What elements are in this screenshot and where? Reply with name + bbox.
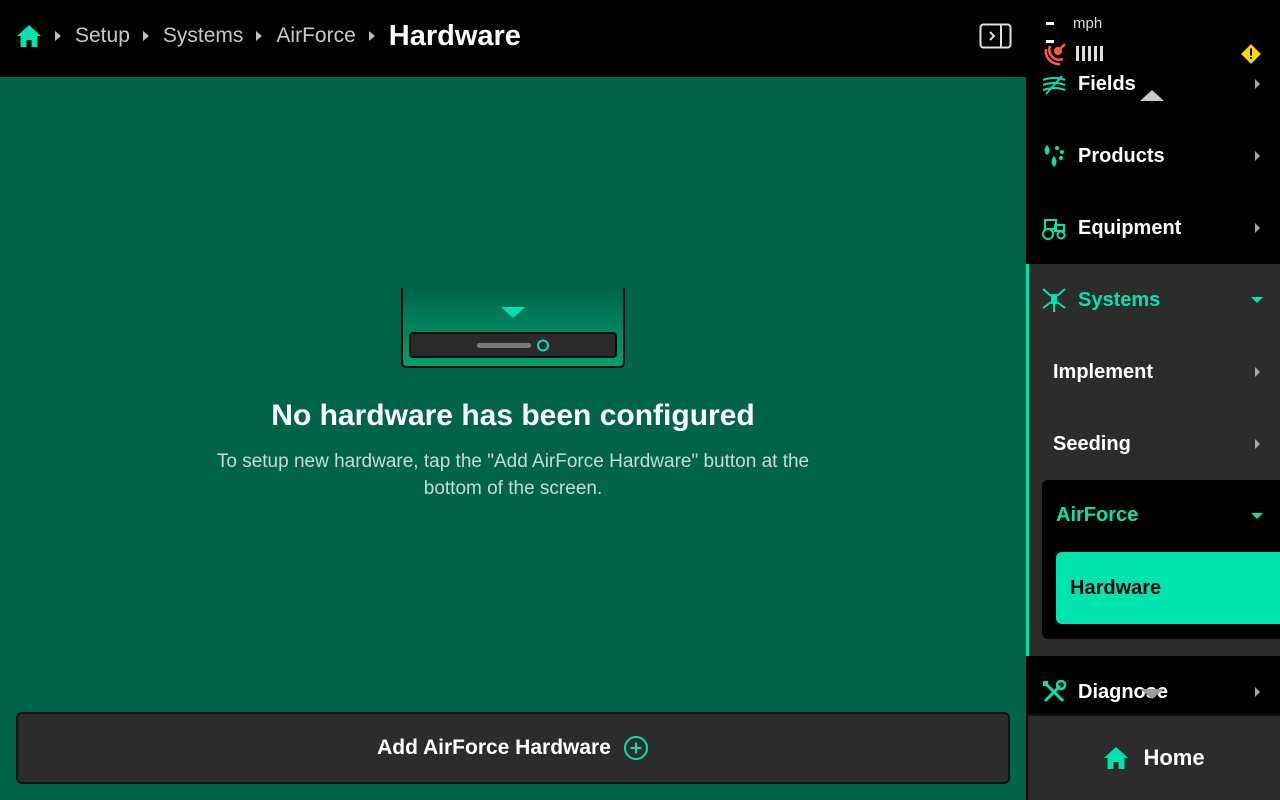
sidebar-item-implement[interactable]: Implement	[1026, 336, 1280, 408]
empty-state-title: No hardware has been configured	[271, 399, 755, 432]
chevron-down-icon	[1251, 513, 1263, 519]
sidebar-item-hardware[interactable]: Hardware	[1056, 552, 1280, 624]
chevron-down-icon	[1251, 297, 1263, 303]
sidebar-item-label: Implement	[1053, 360, 1154, 383]
add-airforce-hardware-button[interactable]: Add AirForce Hardware	[16, 712, 1010, 784]
page-title: Hardware	[388, 19, 521, 52]
tractor-icon	[1040, 214, 1068, 242]
chevron-right-icon	[1255, 79, 1260, 89]
chevron-right-icon	[1255, 367, 1260, 377]
plus-circle-icon	[623, 736, 648, 760]
fields-icon	[1040, 70, 1068, 98]
home-icon[interactable]	[16, 23, 42, 49]
home-icon	[1104, 747, 1129, 769]
panel-toggle-icon[interactable]	[979, 23, 1012, 49]
add-button-label: Add AirForce Hardware	[377, 736, 611, 759]
sidebar: mph Fields Products Equipment Systems Im…	[1026, 0, 1280, 800]
breadcrumb-systems[interactable]: Systems	[163, 24, 244, 48]
sidebar-item-label: Equipment	[1078, 216, 1182, 239]
breadcrumb-separator-icon	[142, 31, 149, 41]
sidebar-item-products[interactable]: Products	[1026, 120, 1280, 192]
scroll-down-arrow-icon[interactable]	[1140, 689, 1164, 699]
speed-value	[1046, 22, 1066, 43]
sidebar-item-label: Fields	[1078, 72, 1136, 95]
sidebar-item-label: Systems	[1078, 288, 1161, 311]
breadcrumb-separator-icon	[256, 31, 263, 41]
breadcrumb-separator-icon	[55, 31, 61, 41]
sidebar-item-seeding[interactable]: Seeding	[1026, 408, 1280, 480]
chevron-right-icon	[1255, 687, 1260, 697]
chevron-right-icon	[1255, 151, 1260, 161]
chevron-right-icon	[1255, 439, 1260, 449]
tools-icon	[1040, 678, 1068, 706]
home-button[interactable]: Home	[1026, 714, 1280, 800]
main-content: No hardware has been configured To setup…	[0, 77, 1026, 800]
breadcrumb: Setup Systems AirForce Hardware	[16, 0, 521, 72]
speed-unit: mph	[1073, 15, 1103, 32]
scroll-up-arrow-icon[interactable]	[1140, 90, 1164, 101]
systems-group: Systems Implement Seeding AirForce Hardw…	[1026, 264, 1280, 656]
breadcrumb-airforce[interactable]: AirForce	[276, 24, 355, 48]
sidebar-item-airforce[interactable]: AirForce	[1056, 504, 1138, 527]
home-button-label: Home	[1143, 745, 1205, 770]
products-icon	[1040, 142, 1068, 170]
empty-state-subtitle: To setup new hardware, tap the "Add AirF…	[216, 451, 810, 499]
sidebar-item-fields[interactable]: Fields	[1026, 48, 1280, 120]
airforce-group: AirForce Hardware	[1042, 480, 1280, 639]
breadcrumb-separator-icon	[368, 31, 375, 41]
breadcrumb-setup[interactable]: Setup	[75, 24, 130, 48]
sidebar-item-label: Seeding	[1053, 432, 1131, 455]
sidebar-item-label: Products	[1078, 144, 1165, 167]
sidebar-item-systems[interactable]: Systems	[1026, 264, 1280, 336]
empty-hardware-illustration	[400, 288, 626, 369]
sidebar-item-equipment[interactable]: Equipment	[1026, 192, 1280, 264]
top-bar: Setup Systems AirForce Hardware	[0, 0, 1026, 77]
systems-icon	[1040, 286, 1068, 314]
sidebar-item-label: Hardware	[1070, 576, 1162, 599]
chevron-right-icon	[1255, 223, 1260, 233]
